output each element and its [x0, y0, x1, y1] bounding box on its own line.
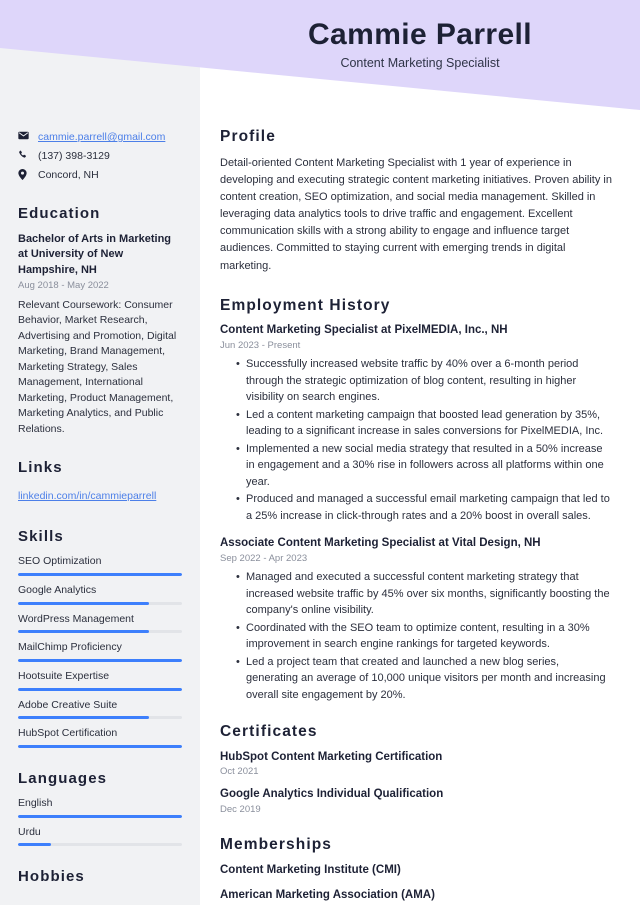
employment-date: Sep 2022 - Apr 2023	[220, 552, 308, 564]
skill-label: Adobe Creative Suite	[18, 698, 118, 711]
skill-fill	[18, 573, 182, 577]
profile-section: Profile Detail-oriented Content Marketin…	[220, 128, 614, 275]
employment-bullets: Managed and executed a successful conten…	[220, 569, 614, 703]
skill-track	[18, 659, 182, 663]
education-item: Bachelor of Arts in Marketing at Univers…	[18, 232, 182, 438]
language-label: English	[18, 796, 53, 809]
main-content: Profile Detail-oriented Content Marketin…	[200, 0, 640, 905]
certificate-item: HubSpot Content Marketing Certification …	[220, 750, 614, 779]
sidebar: cammie.parrell@gmail.com (137) 398-3129 …	[0, 0, 200, 905]
memberships-section: Memberships Content Marketing Institute …	[220, 836, 614, 904]
skill-label: HubSpot Certification	[18, 727, 118, 740]
employment-title: Associate Content Marketing Specialist a…	[220, 537, 541, 550]
contact-list: cammie.parrell@gmail.com (137) 398-3129 …	[18, 130, 182, 183]
contact-email: cammie.parrell@gmail.com	[18, 130, 182, 144]
employment-bullet: Successfully increased website traffic b…	[236, 356, 614, 406]
contact-location: Concord, NH	[18, 168, 182, 182]
skill-item: SEO Optimization	[18, 555, 182, 577]
language-track	[18, 814, 182, 818]
language-fill	[18, 843, 51, 847]
education-date: Aug 2018 - May 2022	[18, 280, 109, 292]
profile-text: Detail-oriented Content Marketing Specia…	[220, 156, 612, 272]
links-heading: Links	[18, 459, 63, 477]
skill-label: WordPress Management	[18, 612, 134, 625]
skill-item: MailChimp Proficiency	[18, 641, 182, 663]
hobbies-section: Hobbies	[18, 868, 182, 886]
certificate-date: Dec 2019	[220, 803, 261, 815]
employment-bullets: Successfully increased website traffic b…	[220, 356, 614, 524]
skill-item: Google Analytics	[18, 584, 182, 605]
certificate-title: HubSpot Content Marketing Certification	[220, 750, 443, 763]
skill-item: Adobe Creative Suite	[18, 699, 182, 720]
skill-item: WordPress Management	[18, 613, 182, 634]
employment-date: Jun 2023 - Present	[220, 339, 301, 351]
employment-bullet: Produced and managed a successful email …	[236, 491, 614, 524]
employment-title: Content Marketing Specialist at PixelMED…	[220, 324, 508, 337]
membership-item: Content Marketing Institute (CMI)	[220, 863, 401, 876]
hobbies-heading: Hobbies	[18, 868, 85, 886]
employment-item: Content Marketing Specialist at PixelMED…	[220, 323, 614, 524]
education-degree: Bachelor of Arts in Marketing at Univers…	[18, 232, 172, 276]
employment-bullet: Implemented a new social media strategy …	[236, 441, 614, 491]
skills-heading: Skills	[18, 528, 64, 546]
skill-fill	[18, 716, 150, 720]
link-item-linkedin[interactable]: linkedin.com/in/cammieparrell	[18, 490, 156, 502]
employment-section: Employment History Content Marketing Spe…	[220, 297, 614, 703]
education-section: Education Bachelor of Arts in Marketing …	[18, 205, 182, 438]
profile-heading: Profile	[220, 128, 276, 145]
language-item: English	[18, 797, 182, 818]
memberships-heading: Memberships	[220, 836, 333, 854]
certificate-title: Google Analytics Individual Qualificatio…	[220, 788, 444, 801]
links-section: Links linkedin.com/in/cammieparrell	[18, 459, 182, 504]
skill-fill	[18, 601, 150, 605]
language-label: Urdu	[18, 825, 41, 838]
skill-item: Hootsuite Expertise	[18, 670, 182, 691]
skill-label: MailChimp Proficiency	[18, 641, 122, 654]
skill-track	[18, 744, 182, 748]
skill-label: SEO Optimization	[18, 555, 102, 568]
certificates-section: Certificates HubSpot Content Marketing C…	[220, 723, 614, 816]
certificate-item: Google Analytics Individual Qualificatio…	[220, 787, 614, 816]
employment-bullet: Led a project team that created and laun…	[236, 654, 614, 704]
contact-location-value: Concord, NH	[38, 169, 99, 182]
membership-item: American Marketing Association (AMA)	[220, 889, 435, 902]
certificate-date: Oct 2021	[220, 766, 259, 778]
language-track	[18, 843, 182, 847]
employment-bullet: Led a content marketing campaign that bo…	[236, 407, 614, 440]
skill-fill	[18, 659, 182, 663]
language-fill	[18, 814, 182, 818]
languages-heading: Languages	[18, 769, 108, 787]
language-item: Urdu	[18, 826, 182, 847]
skill-fill	[18, 687, 182, 691]
employment-bullet: Managed and executed a successful conten…	[236, 569, 614, 619]
employment-item: Associate Content Marketing Specialist a…	[220, 536, 614, 703]
employment-heading: Employment History	[220, 296, 391, 314]
skill-label: Hootsuite Expertise	[18, 670, 110, 683]
education-heading: Education	[18, 204, 101, 222]
skill-label: Google Analytics	[18, 584, 97, 597]
resume-page: Cammie Parrell Content Marketing Special…	[0, 0, 640, 905]
phone-icon	[18, 150, 34, 160]
location-pin-icon	[18, 169, 34, 181]
skill-fill	[18, 744, 182, 748]
employment-bullet: Coordinated with the SEO team to optimiz…	[236, 620, 614, 653]
skill-track	[18, 573, 182, 577]
skills-list: SEO Optimization Google Analytics WordPr…	[18, 555, 182, 748]
skill-track	[18, 687, 182, 691]
skill-track	[18, 601, 182, 605]
envelope-icon	[18, 131, 34, 140]
contact-email-link[interactable]: cammie.parrell@gmail.com	[38, 130, 165, 144]
contact-phone-value: (137) 398-3129	[38, 150, 110, 163]
education-description: Relevant Coursework: Consumer Behavior, …	[18, 298, 177, 435]
skills-section: Skills SEO Optimization Google Analytics…	[18, 528, 182, 748]
languages-section: Languages English Urdu	[18, 769, 182, 847]
skill-track	[18, 630, 182, 634]
skill-item: HubSpot Certification	[18, 727, 182, 748]
certificates-heading: Certificates	[220, 723, 318, 740]
contact-phone: (137) 398-3129	[18, 149, 182, 163]
skill-track	[18, 716, 182, 720]
skill-fill	[18, 630, 150, 634]
